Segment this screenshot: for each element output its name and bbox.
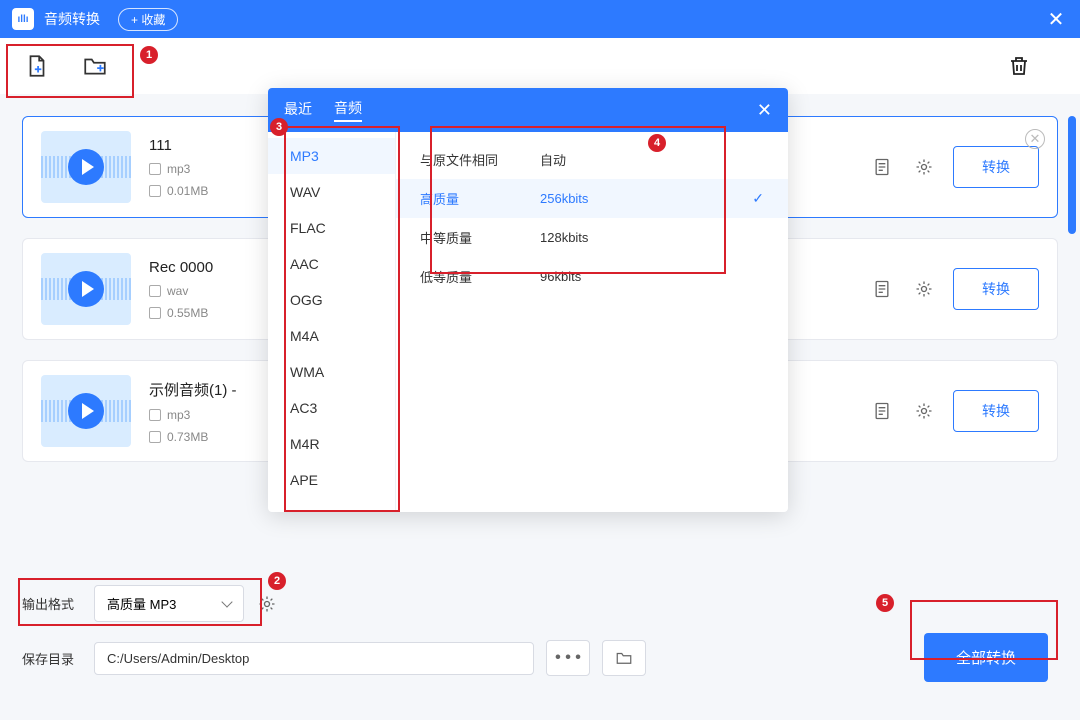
file-size-icon — [149, 431, 161, 443]
quality-rate: 自动 — [540, 150, 660, 169]
file-settings-button[interactable] — [911, 398, 937, 424]
document-icon — [872, 279, 892, 299]
file-size: 0.01MB — [167, 184, 208, 198]
quality-row-high[interactable]: 高质量 256kbits ✓ — [396, 179, 788, 218]
gear-icon — [914, 157, 934, 177]
quality-rate: 256kbits — [540, 191, 660, 206]
file-info-button[interactable] — [869, 154, 895, 180]
annotation-marker-5: 5 — [876, 594, 894, 612]
file-type-icon — [149, 409, 161, 421]
format-item-ogg[interactable]: OGG — [268, 282, 395, 318]
format-item-wma[interactable]: WMA — [268, 354, 395, 390]
annotation-marker-1: 1 — [140, 46, 158, 64]
add-file-icon — [24, 53, 50, 79]
document-icon — [872, 157, 892, 177]
convert-button[interactable]: 转换 — [953, 390, 1039, 432]
convert-button[interactable]: 转换 — [953, 146, 1039, 188]
format-item-ac3[interactable]: AC3 — [268, 390, 395, 426]
file-size: 0.73MB — [167, 430, 208, 444]
favorite-button[interactable]: + 收藏 — [118, 8, 178, 31]
file-type-icon — [149, 163, 161, 175]
convert-button[interactable]: 转换 — [953, 268, 1039, 310]
bottom-bar: 输出格式 高质量 MP3 保存目录 • • • 全部转换 — [0, 567, 1080, 720]
file-info-button[interactable] — [869, 276, 895, 302]
delete-all-button[interactable] — [1002, 49, 1036, 83]
file-thumbnail — [41, 253, 131, 325]
add-file-button[interactable] — [20, 49, 54, 83]
browse-folder-button[interactable] — [602, 640, 646, 676]
file-ext: mp3 — [167, 408, 190, 422]
chevron-down-icon — [221, 596, 232, 607]
window-close-button[interactable]: ✕ — [1044, 7, 1068, 32]
gear-icon — [257, 594, 277, 614]
quality-rate: 96kbits — [540, 269, 660, 284]
check-icon: ✓ — [752, 190, 764, 207]
format-item-m4a[interactable]: M4A — [268, 318, 395, 354]
file-size-icon — [149, 185, 161, 197]
quality-row-same[interactable]: 与原文件相同 自动 — [396, 140, 788, 179]
annotation-marker-4: 4 — [648, 134, 666, 152]
annotation-marker-3: 3 — [270, 118, 288, 136]
file-thumbnail — [41, 131, 131, 203]
remove-file-button[interactable]: ✕ — [1025, 129, 1045, 149]
app-title: 音频转换 — [44, 9, 100, 29]
format-list: MP3 WAV FLAC AAC OGG M4A WMA AC3 M4R APE — [268, 132, 396, 512]
file-type-icon — [149, 285, 161, 297]
file-info-button[interactable] — [869, 398, 895, 424]
file-ext: mp3 — [167, 162, 190, 176]
gear-icon — [914, 401, 934, 421]
tab-audio[interactable]: 音频 — [334, 98, 362, 122]
output-format-value: 高质量 MP3 — [107, 594, 176, 613]
play-button[interactable] — [68, 393, 104, 429]
save-path-input[interactable] — [94, 642, 534, 675]
convert-all-button[interactable]: 全部转换 — [924, 633, 1048, 682]
format-item-mp3[interactable]: MP3 — [268, 138, 395, 174]
format-item-flac[interactable]: FLAC — [268, 210, 395, 246]
format-item-aac[interactable]: AAC — [268, 246, 395, 282]
quality-row-medium[interactable]: 中等质量 128kbits — [396, 218, 788, 257]
quality-label: 高质量 — [420, 189, 540, 208]
add-folder-button[interactable] — [78, 49, 112, 83]
trash-icon — [1007, 54, 1031, 78]
save-dir-label: 保存目录 — [22, 649, 82, 668]
file-settings-button[interactable] — [911, 276, 937, 302]
format-popup: 最近 音频 ✕ MP3 WAV FLAC AAC OGG M4A WMA AC3… — [268, 88, 788, 512]
file-thumbnail — [41, 375, 131, 447]
annotation-marker-2: 2 — [268, 572, 286, 590]
gear-icon — [914, 279, 934, 299]
file-size: 0.55MB — [167, 306, 208, 320]
file-ext: wav — [167, 284, 188, 298]
add-folder-icon — [82, 53, 108, 79]
format-item-ape[interactable]: APE — [268, 462, 395, 498]
app-logo-icon: ıllı — [12, 8, 34, 30]
quality-list: 与原文件相同 自动 高质量 256kbits ✓ 中等质量 128kbits 低… — [396, 132, 788, 512]
file-settings-button[interactable] — [911, 154, 937, 180]
output-format-label: 输出格式 — [22, 594, 82, 613]
folder-icon — [615, 649, 633, 667]
play-button[interactable] — [68, 271, 104, 307]
quality-label: 中等质量 — [420, 228, 540, 247]
toolbar — [0, 38, 1080, 94]
titlebar: ıllı 音频转换 + 收藏 ✕ — [0, 0, 1080, 38]
scrollbar[interactable] — [1068, 116, 1076, 234]
play-button[interactable] — [68, 149, 104, 185]
quality-rate: 128kbits — [540, 230, 660, 245]
popup-close-button[interactable]: ✕ — [757, 100, 772, 121]
popup-header: 最近 音频 ✕ — [268, 88, 788, 132]
quality-row-low[interactable]: 低等质量 96kbits — [396, 257, 788, 296]
format-item-wav[interactable]: WAV — [268, 174, 395, 210]
quality-label: 与原文件相同 — [420, 150, 540, 169]
document-icon — [872, 401, 892, 421]
output-settings-button[interactable] — [256, 593, 278, 615]
file-size-icon — [149, 307, 161, 319]
format-item-m4r[interactable]: M4R — [268, 426, 395, 462]
more-path-button[interactable]: • • • — [546, 640, 590, 676]
tab-recent[interactable]: 最近 — [284, 99, 312, 121]
quality-label: 低等质量 — [420, 267, 540, 286]
output-format-select[interactable]: 高质量 MP3 — [94, 585, 244, 622]
